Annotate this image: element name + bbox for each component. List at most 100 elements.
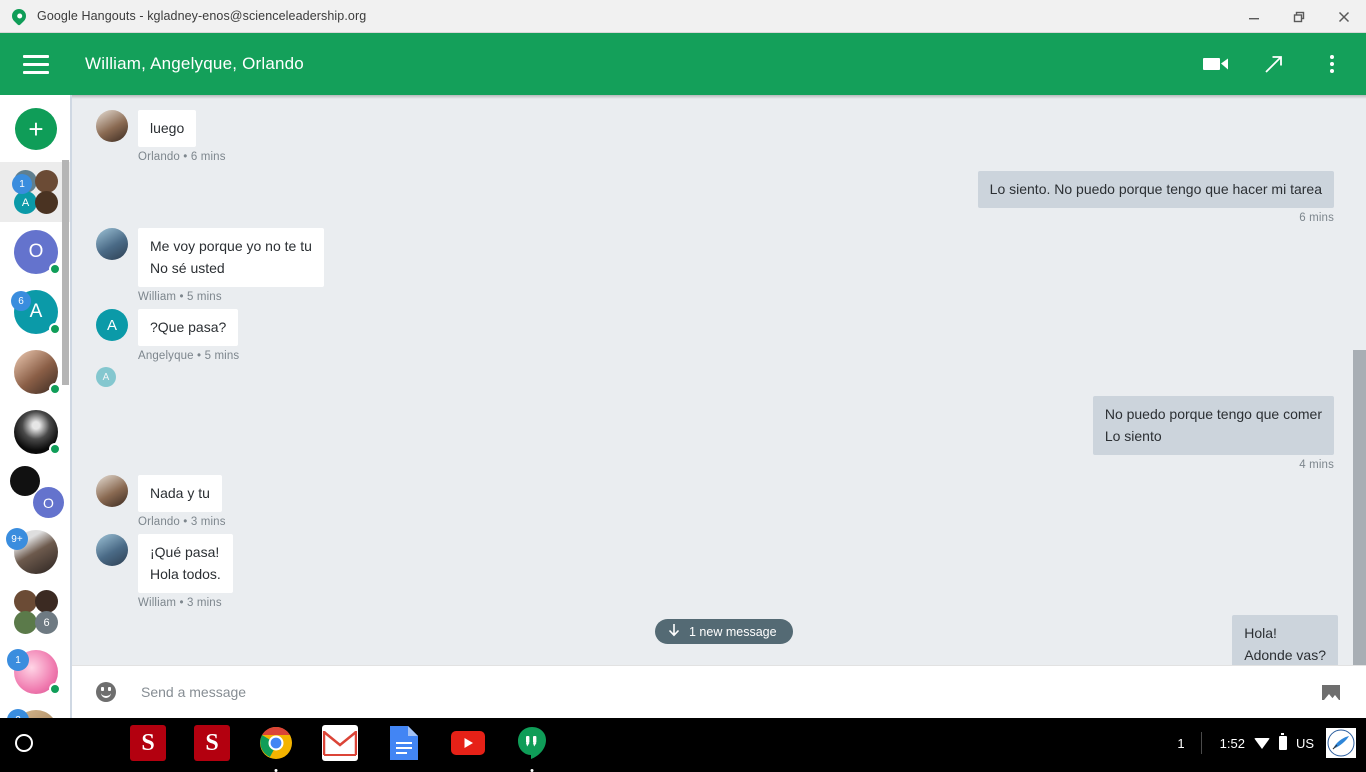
sidebar-item-photo-2[interactable]	[0, 402, 72, 462]
avatar-initial: A	[103, 372, 110, 383]
message-meta: William • 5 mins	[138, 291, 324, 303]
minimize-button[interactable]	[1231, 0, 1276, 33]
image-icon[interactable]	[1322, 685, 1340, 700]
hangouts-pin-icon	[11, 8, 27, 24]
shelf-app-schoology-2[interactable]: S	[194, 725, 230, 761]
restore-button[interactable]	[1276, 0, 1321, 33]
message-incoming: A ?Que pasa? Angelyque • 5 mins	[96, 309, 239, 362]
online-indicator	[49, 263, 61, 275]
shelf-app-chrome[interactable]	[258, 725, 294, 761]
message-meta: Angelyque • 5 mins	[138, 350, 239, 362]
message-composer[interactable]	[72, 665, 1366, 718]
online-indicator	[49, 443, 61, 455]
sidebar-item-photo-4[interactable]: 9+	[0, 522, 72, 582]
sidebar-item-group-2[interactable]: 6	[0, 582, 72, 642]
online-indicator	[49, 683, 61, 695]
youtube-icon	[451, 731, 485, 755]
message-bubble: Hola! Adonde vas?	[1232, 615, 1338, 665]
message-bubble: Nada y tu	[138, 475, 222, 512]
shelf-app-docs[interactable]	[386, 725, 422, 761]
window-title: Google Hangouts - kgladney-enos@sciencel…	[37, 9, 366, 23]
keyboard-layout[interactable]: US	[1296, 736, 1314, 751]
arrow-down-icon	[667, 623, 681, 640]
message-meta: Orlando • 3 mins	[138, 516, 226, 528]
avatar	[96, 534, 128, 566]
arrow-up-right-icon[interactable]	[1254, 44, 1294, 84]
taskbar: S S	[0, 718, 1366, 768]
new-conversation-button[interactable]: +	[0, 95, 72, 162]
launcher-circle-icon[interactable]	[15, 734, 33, 752]
shelf-app-gmail[interactable]	[322, 725, 358, 761]
avatar	[96, 228, 128, 260]
unread-badge: 6	[11, 291, 31, 311]
group-avatar: 6	[14, 590, 58, 634]
hamburger-menu-icon[interactable]	[23, 55, 49, 74]
avatar-image	[1326, 728, 1356, 758]
plus-icon: +	[15, 108, 57, 150]
message-outgoing: No puedo porque tengo que comer Lo sient…	[1093, 396, 1334, 471]
battery-icon[interactable]	[1279, 736, 1287, 750]
sidebar-item-photo-6[interactable]: 2	[0, 702, 72, 718]
avatar	[96, 110, 128, 142]
message-incoming: luego Orlando • 6 mins	[96, 110, 226, 163]
video-camera-icon[interactable]	[1196, 44, 1236, 84]
user-avatar[interactable]	[1326, 728, 1356, 758]
new-message-pill[interactable]: 1 new message	[655, 619, 793, 644]
message-list[interactable]: luego Orlando • 6 mins Lo siento. No pue…	[72, 95, 1366, 665]
clock[interactable]: 1:52	[1220, 736, 1245, 751]
google-docs-icon	[390, 726, 418, 760]
wifi-icon[interactable]	[1254, 738, 1270, 749]
message-bubble: No puedo porque tengo que comer Lo sient…	[1093, 396, 1334, 455]
message-bubble: luego	[138, 110, 196, 147]
avatar: A	[96, 309, 128, 341]
app-label: S	[141, 730, 154, 757]
message-incoming: Me voy porque yo no te tu No sé usted Wi…	[96, 228, 324, 303]
message-input[interactable]	[141, 684, 1322, 700]
sidebar-item-photo-3[interactable]: O	[0, 462, 72, 522]
shelf-app-hangouts[interactable]	[514, 725, 550, 761]
online-indicator	[49, 383, 61, 395]
online-indicator	[49, 323, 61, 335]
avatar-initial: A	[107, 317, 117, 334]
scroll-shadow	[72, 95, 1366, 99]
avatar	[10, 466, 40, 496]
conversations-sidebar[interactable]: + A 1 O A 6	[0, 95, 72, 718]
notification-count[interactable]: 1	[1161, 736, 1200, 751]
gmail-icon	[323, 730, 357, 756]
message-meta: 4 mins	[1299, 459, 1334, 471]
smiley-face-icon[interactable]	[96, 682, 116, 702]
shelf-app-youtube[interactable]	[450, 725, 486, 761]
unread-badge: 2	[7, 709, 29, 718]
message-meta: 6 mins	[1299, 212, 1334, 224]
message-bubble: Me voy porque yo no te tu No sé usted	[138, 228, 324, 287]
message-incoming: ¡Qué pasa! Hola todos. William • 3 mins	[96, 534, 233, 609]
close-button[interactable]	[1321, 0, 1366, 33]
window-controls	[1231, 0, 1366, 33]
message-incoming: Nada y tu Orlando • 3 mins	[96, 475, 226, 528]
shelf-app-schoology[interactable]: S	[130, 725, 166, 761]
read-receipt: A	[96, 367, 116, 387]
new-message-label: 1 new message	[689, 625, 777, 639]
unread-badge: 1	[12, 174, 32, 194]
sidebar-item-photo-5[interactable]: 1	[0, 642, 72, 702]
window-titlebar: Google Hangouts - kgladney-enos@sciencel…	[0, 0, 1366, 33]
chrome-icon	[259, 726, 293, 760]
chat-scrollbar[interactable]	[1353, 350, 1366, 665]
status-area[interactable]: 1:52 US	[1202, 736, 1326, 751]
message-bubble: Lo siento. No puedo porque tengo que hac…	[978, 171, 1334, 208]
page-title: William, Angelyque, Orlando	[85, 54, 304, 74]
header-actions	[1196, 33, 1352, 95]
sidebar-scrollbar[interactable]	[62, 160, 69, 385]
message-outgoing: Hola! Adonde vas?	[1232, 615, 1338, 665]
message-meta: William • 3 mins	[138, 597, 233, 609]
system-tray[interactable]: 1 1:52 US	[1161, 718, 1366, 768]
taskbar-apps: S S	[130, 725, 550, 761]
message-bubble: ¡Qué pasa! Hola todos.	[138, 534, 233, 593]
message-outgoing: Lo siento. No puedo porque tengo que hac…	[978, 171, 1334, 224]
app-header: William, Angelyque, Orlando	[0, 33, 1366, 95]
avatar	[96, 475, 128, 507]
unread-badge: 9+	[6, 528, 28, 550]
group-overflow-count: 6	[35, 611, 58, 634]
app-label: S	[205, 730, 218, 757]
kebab-menu-icon[interactable]	[1312, 44, 1352, 84]
